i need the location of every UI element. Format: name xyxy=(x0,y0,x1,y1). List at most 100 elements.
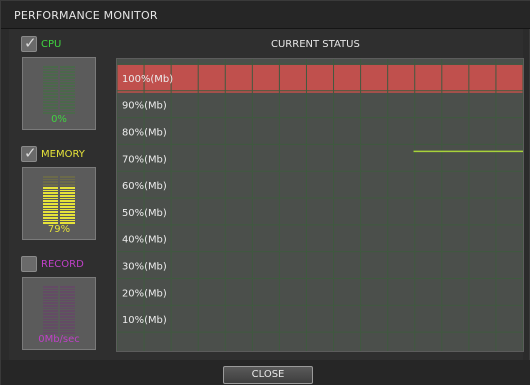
meter-segment xyxy=(60,106,75,109)
meter-segment xyxy=(60,208,75,211)
cpu-label: CPU xyxy=(41,38,62,50)
row-label: 80%(Mb) xyxy=(122,127,167,138)
record-meter: 0Mb/sec xyxy=(22,277,96,350)
meter-segment xyxy=(60,203,75,205)
meter-segment xyxy=(60,200,75,203)
meter-segment xyxy=(60,176,75,178)
meter-segment xyxy=(43,307,58,310)
row-label: 100%(Mb) xyxy=(122,74,173,85)
meter-segment xyxy=(43,68,58,71)
memory-label: MEMORY xyxy=(41,148,85,160)
meter-segment xyxy=(43,291,58,294)
meter-segment xyxy=(60,71,75,74)
meter-segment xyxy=(60,85,75,87)
meter-segment xyxy=(43,208,58,211)
meter-segment xyxy=(43,192,58,195)
meter-segment xyxy=(43,214,58,216)
meter-segment xyxy=(60,307,75,310)
meter-segment xyxy=(43,104,58,106)
meter-segment xyxy=(43,85,58,87)
meter-segment xyxy=(60,291,75,294)
meter-segment xyxy=(43,296,58,299)
record-checkbox[interactable] xyxy=(21,256,37,272)
meter-segment xyxy=(43,176,58,178)
meter-segment xyxy=(43,315,58,318)
cpu-checkbox[interactable]: ✓ xyxy=(21,34,37,52)
meter-segment xyxy=(43,324,58,326)
meter-segment xyxy=(43,211,58,214)
title-bar: PERFORMANCE MONITOR xyxy=(1,1,530,29)
meter-segment xyxy=(60,286,75,288)
record-meter-bars xyxy=(43,286,75,334)
cpu-value: 0% xyxy=(51,114,67,125)
cpu-toggle[interactable]: ✓ CPU xyxy=(21,34,62,52)
meter-segment xyxy=(43,195,58,197)
meter-segment xyxy=(43,106,58,109)
meter-segment xyxy=(60,296,75,299)
close-button[interactable]: CLOSE xyxy=(223,366,313,384)
meter-segment xyxy=(60,214,75,216)
meter-segment xyxy=(43,74,58,76)
meter-segment xyxy=(60,101,75,104)
checkmark-icon: ✓ xyxy=(24,34,37,52)
record-label: RECORD xyxy=(41,258,84,270)
meter-column xyxy=(60,286,75,334)
meter-segment xyxy=(43,82,58,85)
meter-segment xyxy=(60,82,75,85)
meter-segment xyxy=(60,211,75,214)
meter-segment xyxy=(43,299,58,302)
row-label: 10%(Mb) xyxy=(122,315,167,326)
meter-segment xyxy=(43,66,58,68)
row-label: 90%(Mb) xyxy=(122,101,167,112)
meter-segment xyxy=(43,286,58,288)
meter-segment xyxy=(43,216,58,219)
status-title: CURRENT STATUS xyxy=(271,39,360,50)
meter-segment xyxy=(60,321,75,324)
meter-segment xyxy=(60,87,75,90)
memory-toggle[interactable]: ✓ MEMORY xyxy=(21,144,85,162)
meter-segment xyxy=(60,313,75,315)
meter-segment xyxy=(60,294,75,296)
meter-segment xyxy=(43,98,58,101)
meter-segment xyxy=(60,104,75,106)
meter-segment xyxy=(43,321,58,324)
meter-segment xyxy=(43,109,58,112)
meter-segment xyxy=(43,302,58,305)
meter-segment xyxy=(60,288,75,291)
meter-segment xyxy=(60,310,75,313)
meter-segment xyxy=(60,302,75,305)
meter-segment xyxy=(43,219,58,222)
meter-segment xyxy=(43,186,58,189)
row-label: 50%(Mb) xyxy=(122,208,167,219)
meter-segment xyxy=(60,93,75,95)
meter-segment xyxy=(43,197,58,200)
meter-segment xyxy=(43,181,58,184)
meter-segment xyxy=(60,326,75,329)
meter-segment xyxy=(60,219,75,222)
meter-column xyxy=(43,286,58,334)
meter-segment xyxy=(43,184,58,186)
memory-meter-bars xyxy=(43,176,75,224)
meter-segment xyxy=(60,205,75,208)
meter-segment xyxy=(60,98,75,101)
footer: CLOSE xyxy=(1,360,530,385)
meter-segment xyxy=(60,192,75,195)
meter-column xyxy=(43,66,58,114)
row-label: 60%(Mb) xyxy=(122,181,167,192)
memory-value: 79% xyxy=(47,224,71,235)
meter-segment xyxy=(60,329,75,332)
meter-segment xyxy=(43,326,58,329)
row-label: 70%(Mb) xyxy=(122,154,167,165)
checkmark-icon: ✓ xyxy=(24,144,37,162)
meter-segment xyxy=(43,318,58,321)
memory-checkbox[interactable]: ✓ xyxy=(21,144,37,162)
meter-column xyxy=(60,176,75,224)
meter-segment xyxy=(60,109,75,112)
meter-segment xyxy=(60,184,75,186)
meter-segment xyxy=(60,66,75,68)
meter-segment xyxy=(60,181,75,184)
meter-segment xyxy=(60,68,75,71)
record-toggle[interactable]: RECORD xyxy=(21,256,84,272)
memory-meter: 79% xyxy=(22,167,96,240)
meter-segment xyxy=(60,315,75,318)
